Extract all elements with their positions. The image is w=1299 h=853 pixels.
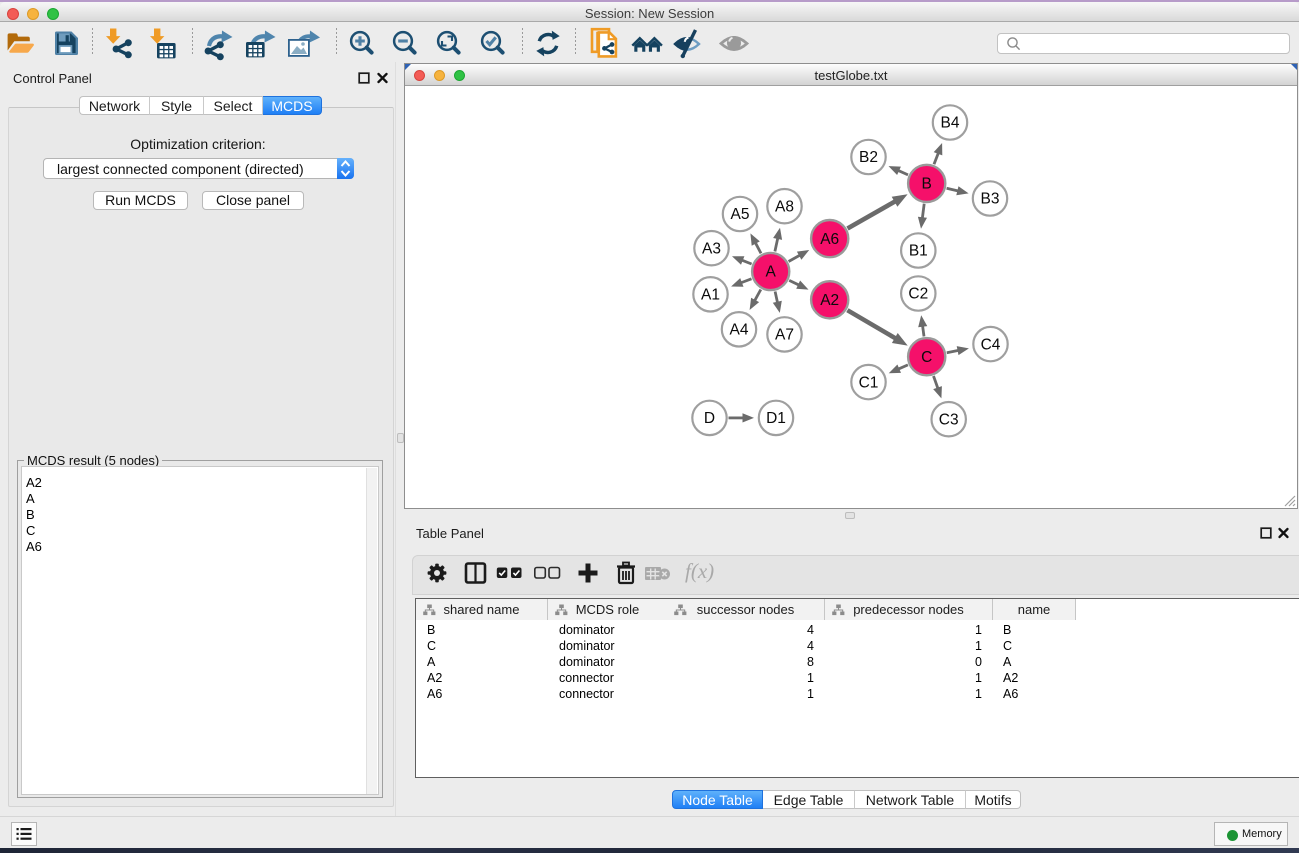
svg-text:A: A [766,264,777,281]
svg-text:C: C [921,349,932,366]
svg-text:A8: A8 [775,198,794,215]
svg-text:C3: C3 [939,411,959,428]
svg-text:A5: A5 [731,206,750,223]
svg-text:B: B [922,176,932,193]
svg-text:A1: A1 [701,287,720,304]
svg-text:A6: A6 [820,231,839,248]
svg-text:D: D [704,410,715,427]
svg-text:C4: C4 [981,336,1001,353]
svg-text:C1: C1 [859,374,879,391]
svg-text:D1: D1 [766,410,786,427]
svg-text:B2: B2 [859,149,878,166]
svg-text:C2: C2 [908,286,928,303]
svg-text:A7: A7 [775,327,794,344]
svg-text:A4: A4 [730,322,749,339]
svg-text:B1: B1 [909,243,928,260]
svg-text:A2: A2 [820,292,839,309]
svg-text:B4: B4 [941,115,960,132]
svg-text:A3: A3 [702,240,721,257]
svg-text:B3: B3 [981,191,1000,208]
